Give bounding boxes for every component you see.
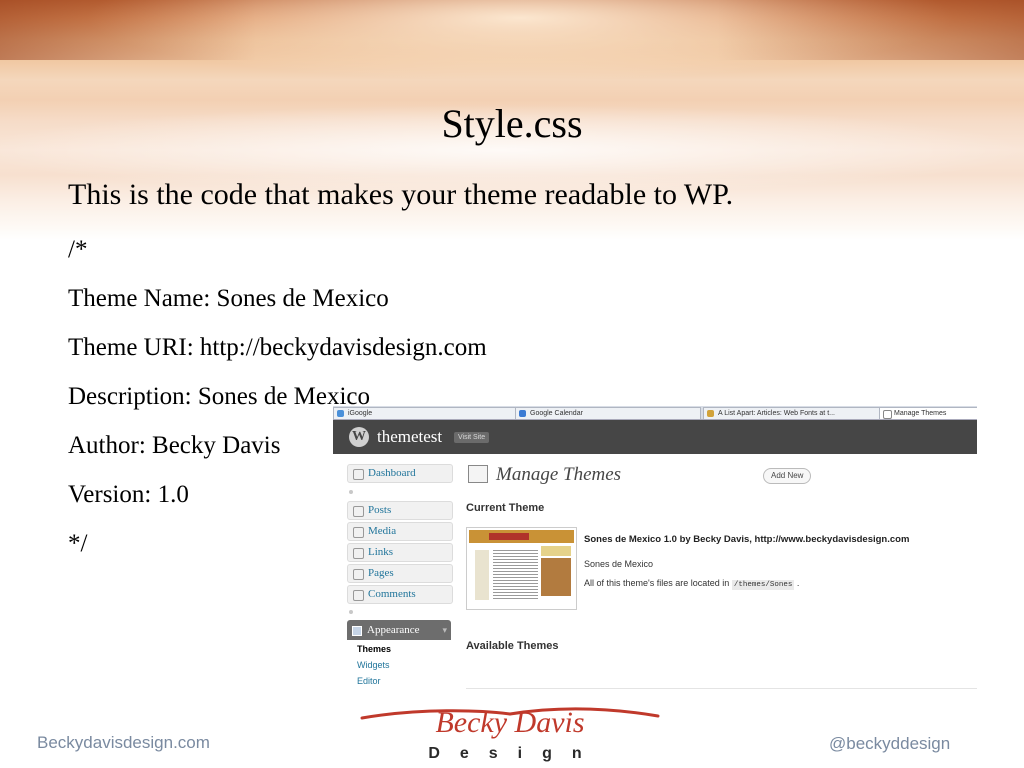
theme-files-text: All of this theme's files are located in <box>584 578 730 588</box>
menu-label: Dashboard <box>368 467 416 479</box>
available-themes-heading: Available Themes <box>466 640 559 652</box>
menu-item-comments[interactable]: Comments <box>347 585 453 604</box>
wp-admin-header: W themetest Visit Site <box>333 420 977 454</box>
browser-tab-label: A List Apart: Articles: Web Fonts at t..… <box>718 410 835 417</box>
logo-design-text: Design <box>428 745 601 762</box>
site-name: themetest <box>377 427 443 446</box>
menu-item-posts[interactable]: Posts <box>347 501 453 520</box>
theme-files-info: All of this theme's files are located in… <box>584 578 800 590</box>
menu-separator <box>349 610 353 614</box>
posts-icon <box>353 506 364 517</box>
intro-line: This is the code that makes your theme r… <box>68 178 734 211</box>
menu-label: Links <box>368 546 394 558</box>
browser-tab[interactable]: iGoogle <box>333 407 527 419</box>
submenu-item-themes[interactable]: Themes <box>357 644 391 654</box>
menu-label: Pages <box>368 567 394 579</box>
menu-item-media[interactable]: Media <box>347 522 453 541</box>
add-new-button[interactable]: Add New <box>763 468 812 484</box>
theme-description: Sones de Mexico <box>584 559 654 569</box>
google-favicon-icon <box>337 410 344 417</box>
menu-item-pages[interactable]: Pages <box>347 564 453 583</box>
theme-files-end: . <box>796 578 800 588</box>
theme-title: Sones de Mexico 1.0 by Becky Davis, http… <box>584 534 910 545</box>
menu-label: Comments <box>368 588 416 600</box>
page-title: Manage Themes <box>496 464 622 485</box>
divider <box>466 688 977 689</box>
comment-close: */ <box>68 530 88 557</box>
browser-tab-label: iGoogle <box>348 410 373 417</box>
menu-item-dashboard[interactable]: Dashboard <box>347 464 453 483</box>
wp-admin-screenshot: iGoogle Google Calendar A List Apart: Ar… <box>333 406 977 690</box>
submenu-item-editor[interactable]: Editor <box>357 676 381 686</box>
appearance-icon <box>352 626 362 636</box>
version-line: Version: 1.0 <box>68 481 189 508</box>
logo-name: Becky Davis <box>435 706 584 739</box>
browser-tab-label: Manage Themes <box>894 410 947 417</box>
browser-tab-label: Google Calendar <box>530 410 583 417</box>
theme-screenshot-thumbnail <box>466 527 577 610</box>
theme-name-line: Theme Name: Sones de Mexico <box>68 285 389 312</box>
theme-files-path: /themes/Sones <box>731 580 795 590</box>
media-icon <box>353 527 364 538</box>
author-line: Author: Becky Davis <box>68 432 281 459</box>
footer-handle: @beckyddesign <box>829 734 951 753</box>
slide-title: Style.css <box>441 101 583 146</box>
browser-tab-bar: iGoogle Google Calendar A List Apart: Ar… <box>333 406 977 420</box>
visit-site-button[interactable]: Visit Site <box>454 432 490 443</box>
comment-open: /* <box>68 236 88 263</box>
calendar-favicon-icon <box>519 410 526 417</box>
menu-item-appearance[interactable]: Appearance ▾ <box>347 620 451 640</box>
submenu-item-widgets[interactable]: Widgets <box>357 660 390 670</box>
menu-item-links[interactable]: Links <box>347 543 453 562</box>
wordpress-logo-icon[interactable]: W <box>349 427 369 447</box>
menu-label: Posts <box>368 504 392 516</box>
pages-icon <box>353 569 364 580</box>
chevron-down-icon[interactable]: ▾ <box>442 620 447 640</box>
footer-website: Beckydavisdesign.com <box>37 733 210 752</box>
themes-icon <box>468 465 488 483</box>
theme-uri-line: Theme URI: http://beckydavisdesign.com <box>68 334 487 361</box>
menu-label: Media <box>368 525 397 537</box>
wp-favicon-icon <box>883 410 892 419</box>
links-icon <box>353 548 364 559</box>
browser-tab[interactable]: A List Apart: Articles: Web Fonts at t..… <box>703 407 887 419</box>
menu-separator <box>349 490 353 494</box>
dashboard-icon <box>353 469 364 480</box>
browser-tab[interactable]: Google Calendar <box>515 407 701 419</box>
becky-davis-design-logo: Becky Davis Design <box>360 706 660 762</box>
ala-favicon-icon <box>707 410 714 417</box>
menu-label: Appearance <box>367 624 420 636</box>
browser-tab-active[interactable]: Manage Themes <box>879 407 977 419</box>
description-line: Description: Sones de Mexico <box>68 383 371 410</box>
comments-icon <box>353 590 364 601</box>
current-theme-heading: Current Theme <box>466 502 545 514</box>
